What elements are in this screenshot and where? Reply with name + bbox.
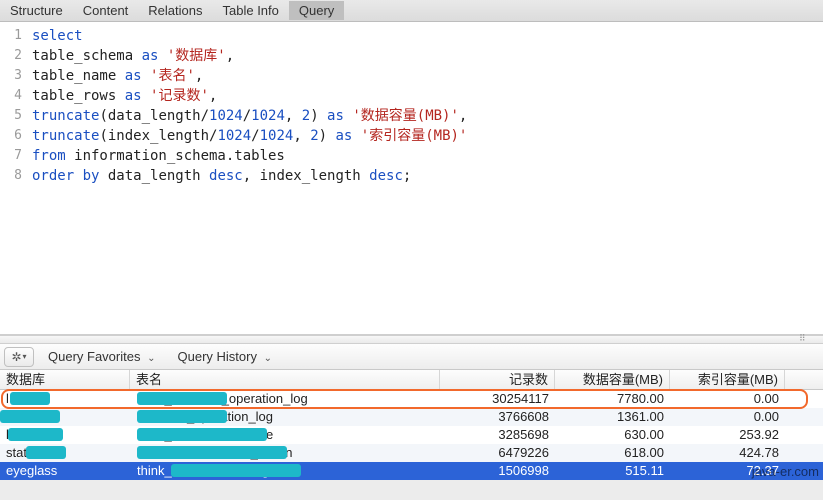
cell-db [0,408,130,426]
column-header[interactable]: 数据库 [0,370,130,389]
table-row[interactable]: lthink_re3285698630.00253.92 [0,426,823,444]
query-favorites-menu[interactable]: Query Favorites ⌄ [40,349,170,364]
query-history-label: Query History [178,349,257,364]
cell-value: 253.92 [670,426,785,444]
cell-value: 0.00 [670,390,785,408]
gear-menu-button[interactable]: ✲▾ [4,347,34,367]
line-gutter: 12345678 [0,22,28,334]
grid-body[interactable]: lthink__operation_log302541177780.000.00… [0,390,823,480]
tab-content[interactable]: Content [73,1,139,20]
column-header[interactable]: 表名 [130,370,440,389]
watermark-text: java-er.com [752,464,819,479]
results-grid: 数据库表名记录数数据容量(MB)索引容量(MB) lthink__operati… [0,370,823,480]
table-row[interactable]: statt_action6479226618.00424.78 [0,444,823,462]
cell-table: think__operation_log [130,390,440,408]
tab-query[interactable]: Query [289,1,344,20]
cell-table: _operation_log [130,408,440,426]
column-header[interactable]: 记录数 [440,370,555,389]
cell-db: eyeglass [0,462,130,480]
sql-code[interactable]: selecttable_schema as '数据库',table_name a… [28,22,823,334]
cell-value: 630.00 [555,426,670,444]
table-row[interactable]: _operation_log37666081361.000.00 [0,408,823,426]
query-history-menu[interactable]: Query History ⌄ [170,349,286,364]
sql-editor[interactable]: 12345678 selecttable_schema as '数据库',tab… [0,22,823,335]
cell-value: 1361.00 [555,408,670,426]
tab-structure[interactable]: Structure [0,1,73,20]
cell-value: 3766608 [440,408,555,426]
grip-icon: ⠿ [799,337,809,343]
cell-value: 1506998 [440,462,555,480]
tab-table-info[interactable]: Table Info [213,1,289,20]
cell-value: 6479226 [440,444,555,462]
tab-relations[interactable]: Relations [138,1,212,20]
chevron-down-icon: ⌄ [147,353,155,364]
results-toolbar: ✲▾ Query Favorites ⌄ Query History ⌄ [0,344,823,370]
chevron-down-icon: ⌄ [264,353,272,364]
cell-value: 7780.00 [555,390,670,408]
cell-table: think_g [130,462,440,480]
query-favorites-label: Query Favorites [48,349,140,364]
cell-value: 0.00 [670,408,785,426]
cell-value: 3285698 [440,426,555,444]
cell-value: 515.11 [555,462,670,480]
table-row[interactable]: eyeglassthink_g1506998515.1172.37 [0,462,823,480]
cell-db: l [0,426,130,444]
cell-value: 618.00 [555,444,670,462]
column-header[interactable]: 数据容量(MB) [555,370,670,389]
cell-value: 30254117 [440,390,555,408]
column-header[interactable]: 索引容量(MB) [670,370,785,389]
gear-icon: ✲ [11,350,21,364]
view-tabbar: StructureContentRelationsTable InfoQuery [0,0,823,22]
table-row[interactable]: lthink__operation_log302541177780.000.00 [0,390,823,408]
cell-value: 424.78 [670,444,785,462]
grid-header-row: 数据库表名记录数数据容量(MB)索引容量(MB) [0,370,823,390]
cell-table: think_re [130,426,440,444]
cell-db: l [0,390,130,408]
pane-resizer[interactable]: ⠿ [0,335,823,344]
cell-table: t_action [130,444,440,462]
cell-db: stat [0,444,130,462]
chevron-down-icon: ▾ [23,352,27,361]
